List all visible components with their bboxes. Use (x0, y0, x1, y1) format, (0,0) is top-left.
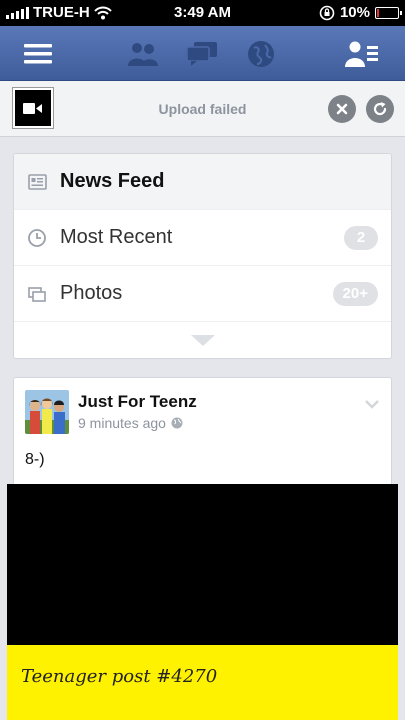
feed-filter-card: News Feed Most Recent 2 Photos 20+ (13, 153, 392, 359)
post-timestamp: 9 minutes ago (78, 415, 183, 431)
post-text: 8-) (25, 451, 45, 468)
top-navigation-bar (0, 26, 405, 81)
group-photo-icon (25, 390, 69, 434)
news-feed-icon (28, 174, 47, 190)
count-badge: 20+ (332, 281, 378, 306)
post-options-button[interactable] (365, 396, 379, 414)
battery-info: 10% (319, 4, 402, 21)
image-dark-area (7, 484, 398, 645)
post-time: 9 minutes ago (78, 415, 166, 431)
friend-requests-button[interactable] (113, 26, 173, 81)
close-icon (336, 103, 348, 115)
upload-status-bar: Upload failed (0, 81, 405, 137)
refresh-icon (373, 102, 387, 116)
notifications-globe-icon (248, 40, 274, 67)
contacts-icon (345, 41, 378, 67)
news-feed-title: News Feed (60, 170, 165, 192)
expand-more-button[interactable] (14, 322, 391, 358)
feed-item-label: Most Recent (60, 226, 173, 248)
clock-icon (28, 229, 46, 247)
globe-icon (171, 417, 183, 429)
chevron-down-icon (365, 400, 379, 409)
menu-icon (24, 43, 52, 63)
messages-button[interactable] (172, 26, 232, 81)
retry-upload-button[interactable] (366, 95, 394, 123)
status-bar: TRUE-H 3:49 AM 10% (0, 0, 405, 26)
messages-icon (186, 41, 217, 66)
triangle-down-icon (190, 335, 215, 346)
avatar[interactable] (25, 390, 69, 434)
cancel-upload-button[interactable] (328, 95, 356, 123)
battery-percent: 10% (339, 4, 370, 21)
menu-button[interactable] (8, 26, 68, 81)
notifications-button[interactable] (231, 26, 291, 81)
news-feed-header[interactable]: News Feed (14, 154, 391, 210)
battery-icon (375, 6, 402, 19)
photos-icon (28, 287, 46, 302)
post-author[interactable]: Just For Teenz (78, 392, 197, 412)
rotation-lock-icon (319, 5, 335, 20)
friend-requests-icon (128, 42, 158, 66)
post-image[interactable]: Teenager post #4270 (7, 484, 398, 720)
feed-item-photos[interactable]: Photos 20+ (14, 266, 391, 322)
feed-item-most-recent[interactable]: Most Recent 2 (14, 210, 391, 266)
contacts-button[interactable] (332, 26, 392, 81)
count-badge: 2 (344, 225, 378, 250)
feed-item-label: Photos (60, 282, 123, 304)
image-caption: Teenager post #4270 (21, 666, 218, 687)
